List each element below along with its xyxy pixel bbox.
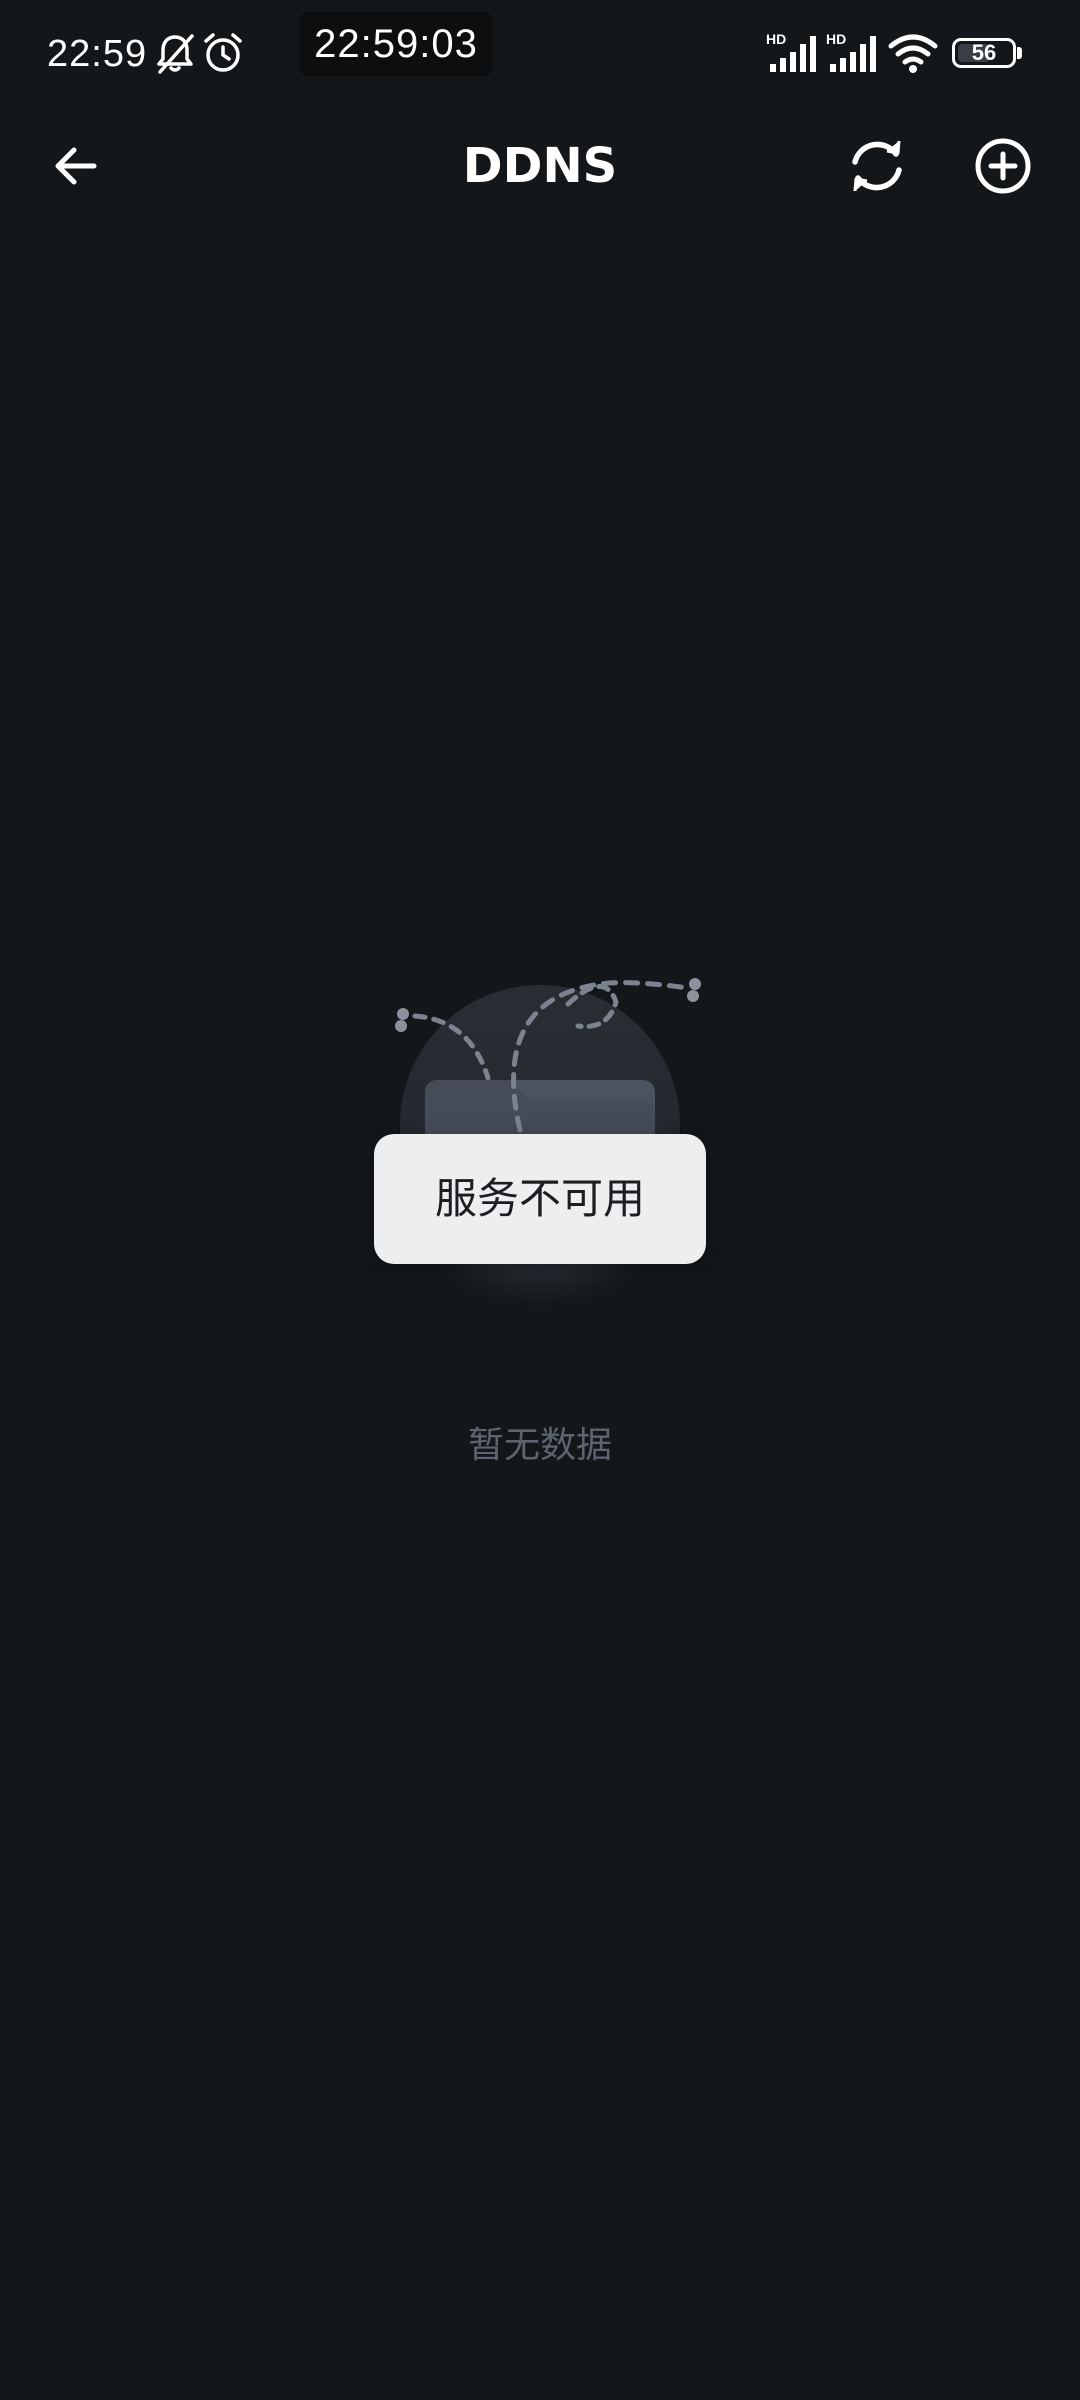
battery-tip [1017, 47, 1022, 59]
status-time: 22:59 [47, 33, 148, 75]
app-header: DDNS [0, 110, 1080, 222]
back-button[interactable] [40, 130, 112, 202]
wifi-icon [888, 32, 938, 74]
refresh-button[interactable] [841, 130, 913, 202]
battery-level: 56 [971, 40, 997, 65]
add-button[interactable] [967, 130, 1039, 202]
battery-icon: 56 [952, 38, 1016, 68]
toast-message: 服务不可用 [434, 1174, 645, 1223]
plus-circle-icon [975, 138, 1031, 194]
network-label: HD [826, 31, 846, 47]
signal-icon: HD [826, 30, 880, 74]
alarm-icon [200, 30, 246, 76]
floating-clock: 22:59:03 [300, 12, 492, 76]
toast: 服务不可用 [374, 1134, 706, 1264]
network-label: HD [766, 31, 786, 47]
arrow-left-icon [55, 147, 97, 185]
refresh-icon [852, 140, 902, 192]
status-bar: 22:59 22:59:03 HD HD 56 [0, 0, 1080, 110]
signal-icon: HD [766, 30, 820, 74]
bell-off-icon [152, 30, 198, 76]
page-title: DDNS [462, 138, 618, 194]
floating-clock-time: 22:59:03 [314, 22, 478, 66]
empty-state-message: 暂无数据 [467, 1425, 612, 1466]
